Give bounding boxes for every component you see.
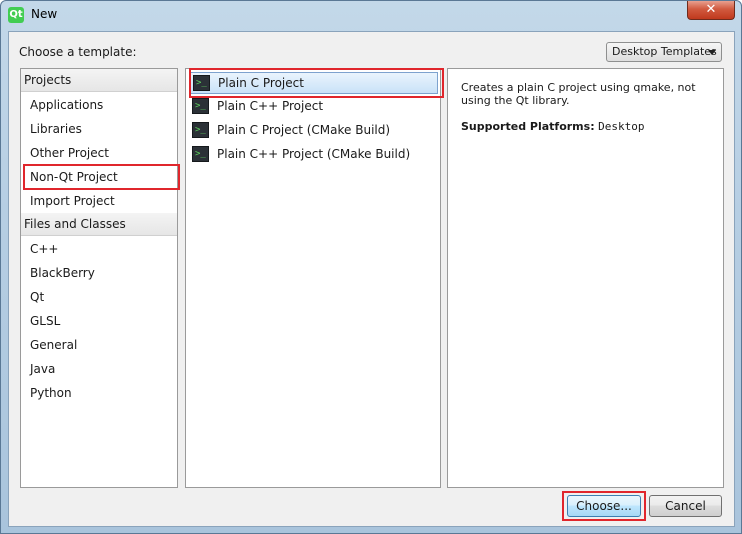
cancel-button[interactable]: Cancel — [649, 495, 722, 517]
window-title: New — [31, 7, 58, 21]
category-item-qt[interactable]: Qt — [30, 287, 44, 307]
template-description-panel: Creates a plain C project using qmake, n… — [447, 68, 724, 488]
category-item-other-project[interactable]: Other Project — [30, 143, 109, 163]
category-item-import-project[interactable]: Import Project — [30, 191, 115, 211]
qt-creator-icon: Qt — [8, 7, 24, 23]
category-item-cpp[interactable]: C++ — [30, 239, 59, 259]
category-item-java[interactable]: Java — [30, 359, 55, 379]
terminal-icon: >_ — [192, 98, 209, 114]
template-list[interactable]: >_ Plain C Project >_ Plain C++ Project … — [185, 68, 444, 488]
category-item-blackberry[interactable]: BlackBerry — [30, 263, 95, 283]
highlight-box-template — [189, 68, 444, 98]
template-item-plain-cpp[interactable]: >_ Plain C++ Project — [190, 96, 438, 118]
template-description: Creates a plain C project using qmake, n… — [461, 81, 696, 107]
supported-platforms: Supported Platforms: Desktop — [461, 120, 644, 133]
highlight-box-category — [23, 164, 180, 190]
category-list[interactable]: Projects Applications Libraries Other Pr… — [20, 68, 180, 488]
template-label: Plain C++ Project (CMake Build) — [217, 147, 411, 161]
close-button[interactable]: ✕ — [687, 1, 735, 20]
title-bar[interactable]: Qt New ✕ — [1, 1, 741, 31]
template-item-plain-c-cmake[interactable]: >_ Plain C Project (CMake Build) — [190, 120, 438, 142]
dialog-body: Choose a template: Desktop Templates Pro… — [8, 31, 735, 527]
chevron-down-icon — [708, 50, 716, 55]
category-item-glsl[interactable]: GLSL — [30, 311, 60, 331]
supported-platforms-label: Supported Platforms: — [461, 120, 595, 133]
terminal-icon: >_ — [192, 146, 209, 162]
category-item-applications[interactable]: Applications — [30, 95, 103, 115]
choose-template-label: Choose a template: — [19, 45, 137, 59]
template-label: Plain C Project (CMake Build) — [217, 123, 391, 137]
template-filter-dropdown[interactable]: Desktop Templates — [606, 42, 722, 62]
template-item-plain-cpp-cmake[interactable]: >_ Plain C++ Project (CMake Build) — [190, 144, 438, 166]
highlight-box-choose — [562, 491, 646, 521]
category-header-files-and-classes[interactable]: Files and Classes — [21, 213, 177, 236]
category-item-python[interactable]: Python — [30, 383, 72, 403]
supported-platforms-value: Desktop — [598, 120, 645, 133]
template-filter-value: Desktop Templates — [612, 45, 717, 58]
terminal-icon: >_ — [192, 122, 209, 138]
category-header-projects[interactable]: Projects — [21, 69, 177, 92]
category-item-general[interactable]: General — [30, 335, 77, 355]
category-item-libraries[interactable]: Libraries — [30, 119, 82, 139]
new-dialog-window: Qt New ✕ Choose a template: Desktop Temp… — [0, 0, 742, 534]
template-label: Plain C++ Project — [217, 99, 324, 113]
